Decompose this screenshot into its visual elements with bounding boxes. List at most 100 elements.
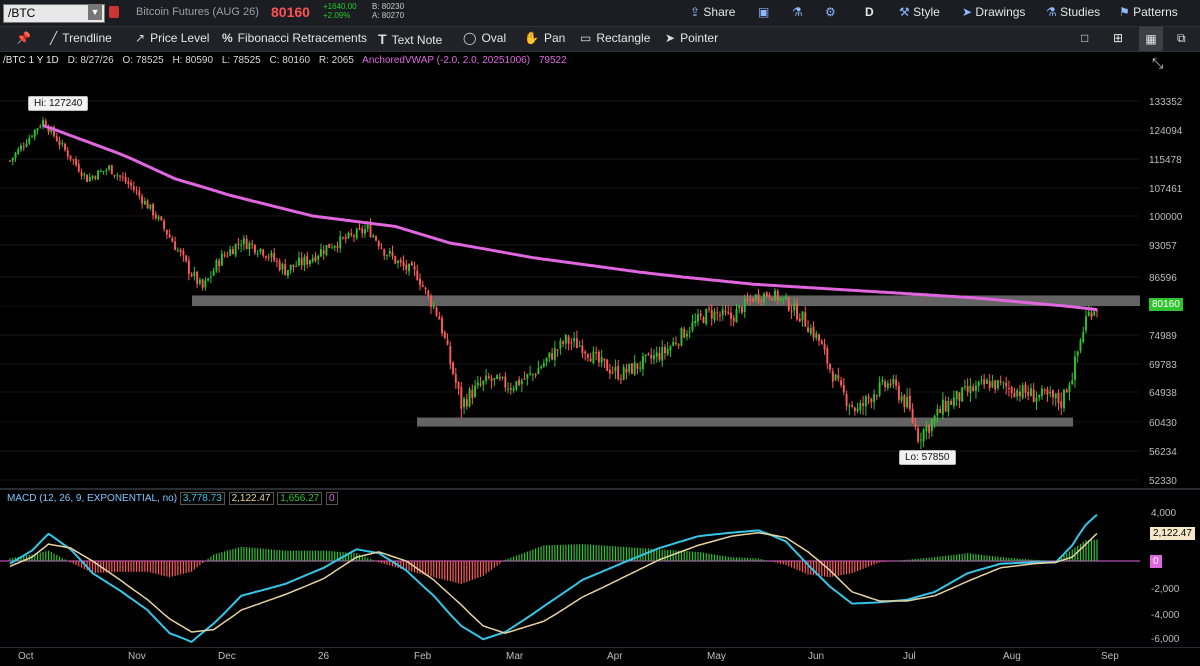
low-note[interactable]: Lo: 57850: [899, 450, 956, 465]
vwap-label[interactable]: AnchoredVWAP (-2.0, 2.0, 20251006): [362, 55, 530, 66]
text-note-tool[interactable]: T Text Note: [378, 31, 442, 47]
candle-body: [1029, 388, 1032, 396]
high-note[interactable]: Hi: 127240: [28, 96, 89, 111]
flask-button[interactable]: ⚗: [792, 5, 803, 19]
settings-button[interactable]: ⚙: [825, 5, 836, 19]
macd-label[interactable]: MACD (12, 26, 9, EXPONENTIAL, no): [7, 493, 177, 504]
candle-body: [317, 256, 320, 260]
candle-body: [275, 260, 278, 262]
text-icon: T: [378, 31, 387, 47]
all-layout-button[interactable]: ▦: [1139, 27, 1163, 51]
last-price: 80160: [271, 4, 310, 20]
candle-body: [944, 400, 947, 412]
support-zone[interactable]: [417, 417, 1073, 427]
candle-body: [606, 359, 609, 371]
oval-tool[interactable]: ◯ Oval: [463, 31, 506, 45]
candle-body: [713, 311, 716, 321]
candle-body: [721, 309, 724, 316]
pointer-label: Pointer: [680, 31, 719, 45]
price-tick-label: 74989: [1149, 331, 1177, 342]
price-chart[interactable]: 133352 124094 115478 107461 100000 93057 86596…: [0, 68, 1200, 488]
candle-body: [820, 340, 823, 345]
candle-body: [1002, 382, 1005, 384]
candle-body: [611, 372, 614, 374]
candle-body: [738, 305, 741, 309]
candle-body: [297, 257, 300, 266]
candle-body: [851, 404, 854, 407]
price-tick-label: 52330: [1149, 476, 1177, 487]
candle-body: [397, 260, 399, 263]
candle-body: [119, 175, 122, 177]
single-layout-button[interactable]: □: [1081, 31, 1088, 45]
vwap-value: 79522: [538, 55, 567, 66]
candle-body: [977, 381, 980, 386]
drawings-button[interactable]: ➤ Drawings: [962, 5, 1025, 19]
candle-body: [99, 170, 102, 172]
candle-body: [952, 397, 955, 406]
price-level-tool[interactable]: ↗ Price Level: [135, 31, 209, 45]
rectangle-label: Rectangle: [596, 31, 651, 45]
macd-chart[interactable]: 4,0002,000-2,000-4,000-6,000: [0, 505, 1200, 647]
candle-body: [925, 426, 928, 432]
candle-body: [413, 266, 416, 270]
share-button[interactable]: ⇪ Share: [690, 5, 735, 19]
candle-body: [809, 328, 812, 334]
candle-body: [705, 309, 708, 325]
pointer-tool[interactable]: ➤ Pointer: [665, 31, 718, 45]
candle-body: [886, 383, 889, 389]
price-tick-label: 69783: [1149, 360, 1177, 371]
rectangle-tool[interactable]: ▭ Rectangle: [580, 31, 650, 45]
bid-ask: B: 80230 A: 80270: [372, 2, 404, 20]
candle-body: [644, 354, 647, 357]
candle-body: [1046, 389, 1049, 395]
candle-body: [479, 383, 482, 385]
candle-body: [958, 392, 961, 401]
candle-body: [130, 182, 133, 186]
pin-button[interactable]: 📌: [16, 31, 36, 45]
price-tick-label: 100000: [1149, 212, 1183, 223]
macd-histogram: [9, 539, 1098, 584]
candle-body: [20, 145, 22, 150]
candle-body: [259, 248, 262, 253]
candle-body: [523, 378, 526, 380]
candle-body: [570, 342, 573, 344]
candle-body: [1063, 389, 1065, 409]
pan-tool[interactable]: ✋ Pan: [524, 31, 565, 45]
candle-body: [482, 380, 485, 385]
candle-body: [94, 176, 97, 179]
interval-button[interactable]: D: [865, 5, 874, 19]
grid-layout-button[interactable]: ⊞: [1113, 31, 1123, 45]
candle-body: [878, 382, 881, 396]
patterns-button[interactable]: ⚑ Patterns: [1119, 5, 1178, 19]
expand-button[interactable]: ⧉: [1177, 31, 1186, 46]
candle-body: [165, 229, 168, 235]
candle-body: [617, 365, 620, 380]
calendar-button[interactable]: ▣: [758, 5, 769, 19]
square-icon: □: [1081, 31, 1089, 45]
candle-body: [980, 380, 983, 382]
chevron-down-icon[interactable]: ▼: [88, 5, 102, 20]
pane-divider[interactable]: [0, 488, 1200, 490]
studies-button[interactable]: ⚗ Studies: [1046, 5, 1100, 19]
candle-body: [344, 237, 347, 239]
candle-body: [573, 338, 576, 342]
candle-body: [419, 278, 421, 286]
oval-icon: ◯: [463, 31, 477, 45]
candle-body: [193, 272, 196, 276]
candle-body: [207, 278, 210, 281]
style-button[interactable]: ⚒ Style: [899, 5, 940, 19]
candle-body: [702, 317, 705, 323]
candle-body: [757, 294, 760, 302]
candle-body: [864, 396, 867, 407]
fibonacci-tool[interactable]: % Fibonacci Retracements: [222, 31, 367, 45]
candle-body: [661, 347, 664, 361]
candle-body: [581, 345, 584, 354]
price-tick-label: 133352: [1149, 97, 1183, 108]
candle-body: [88, 177, 91, 182]
trendline-tool[interactable]: ╱ Trendline: [50, 31, 112, 45]
lock-icon[interactable]: [109, 6, 119, 18]
candle-body: [9, 160, 11, 162]
candle-body: [870, 399, 873, 403]
candle-body: [873, 394, 876, 402]
candle-body: [179, 249, 182, 253]
